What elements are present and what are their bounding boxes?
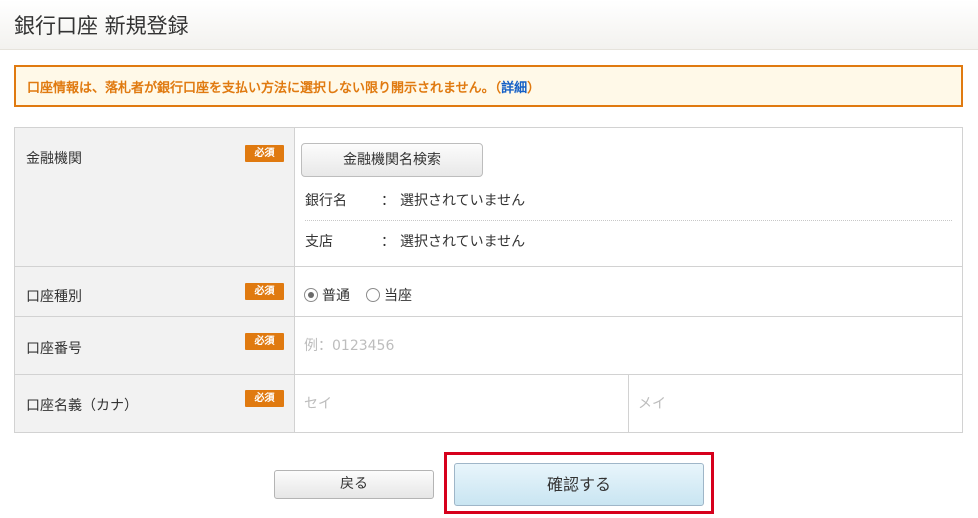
row-content-account-type: 普通 当座	[295, 267, 962, 316]
account-number-label: 口座番号	[26, 341, 82, 357]
row-account-type: 口座種別 必須 普通 当座	[15, 267, 962, 317]
branch-key: 支店	[305, 234, 333, 250]
account-name-label: 口座名義（カナ）	[26, 398, 138, 414]
row-label-bank: 金融機関 必須	[15, 128, 295, 266]
account-number-input[interactable]	[295, 317, 961, 374]
notice-suffix: ）	[527, 80, 541, 96]
bank-name-value: 選択されていません	[400, 193, 526, 209]
notice-text: 口座情報は、落札者が銀行口座を支払い方法に選択しない限り開示されません。（	[27, 80, 502, 96]
account-type-label: 口座種別	[26, 289, 82, 305]
account-name-sei-input[interactable]	[295, 375, 628, 432]
bank-name-colon: ：	[381, 193, 395, 209]
page-title: 銀行口座 新規登録	[14, 14, 189, 38]
radio-label-futsu: 普通	[322, 288, 350, 304]
row-content-account-name	[295, 375, 962, 432]
account-type-radio-group: 普通 当座	[304, 285, 428, 305]
registration-page: 銀行口座 新規登録 口座情報は、落札者が銀行口座を支払い方法に選択しない限り開示…	[0, 0, 978, 518]
radio-checked-icon[interactable]	[304, 288, 318, 302]
radio-unchecked-icon[interactable]	[366, 288, 380, 302]
title-bar: 銀行口座 新規登録	[0, 0, 978, 50]
row-label-account-number: 口座番号 必須	[15, 317, 295, 374]
radio-option-futsu[interactable]: 普通	[304, 285, 350, 305]
row-account-name: 口座名義（カナ） 必須	[15, 375, 962, 432]
required-badge: 必須	[245, 283, 284, 300]
bank-account-form: 金融機関 必須 金融機関名検索 銀行名 ： 選択されていません 支店 ： 選択さ…	[14, 127, 963, 433]
row-content-bank: 金融機関名検索 銀行名 ： 選択されていません 支店 ： 選択されていません	[295, 128, 962, 266]
radio-label-toza: 当座	[384, 288, 412, 304]
branch-colon: ：	[381, 234, 395, 250]
bank-name-key: 銀行名	[305, 193, 347, 209]
required-badge: 必須	[245, 390, 284, 407]
bank-search-button[interactable]: 金融機関名検索	[301, 143, 483, 177]
bank-label: 金融機関	[26, 151, 82, 167]
privacy-notice: 口座情報は、落札者が銀行口座を支払い方法に選択しない限り開示されません。（ 詳細）	[14, 65, 963, 107]
row-content-account-number	[295, 317, 962, 374]
row-account-number: 口座番号 必須	[15, 317, 962, 375]
required-badge: 必須	[245, 145, 284, 162]
row-label-account-type: 口座種別 必須	[15, 267, 295, 316]
radio-option-toza[interactable]: 当座	[366, 285, 412, 305]
confirm-button[interactable]: 確認する	[454, 463, 704, 506]
details-link[interactable]: 詳細	[501, 77, 527, 96]
account-name-mei-input[interactable]	[629, 375, 961, 432]
row-bank: 金融機関 必須 金融機関名検索 銀行名 ： 選択されていません 支店 ： 選択さ…	[15, 128, 962, 267]
required-badge: 必須	[245, 333, 284, 350]
row-label-account-name: 口座名義（カナ） 必須	[15, 375, 295, 432]
back-button[interactable]: 戻る	[274, 470, 434, 499]
dotted-divider	[305, 220, 952, 221]
branch-value: 選択されていません	[400, 234, 526, 250]
